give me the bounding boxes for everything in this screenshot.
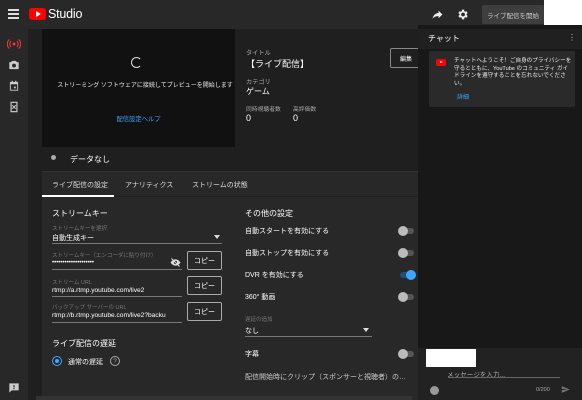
- emoji-icon[interactable]: [430, 386, 439, 395]
- underline: [52, 322, 182, 323]
- auto-start-toggle[interactable]: [398, 226, 414, 236]
- 360-video-label: 360° 動画: [245, 294, 276, 301]
- category-value: ゲーム: [246, 87, 270, 96]
- tab-stream-health[interactable]: ストリームの状態: [192, 180, 248, 190]
- gear-icon[interactable]: [456, 8, 469, 21]
- preview-message: ストリーミング ソフトウェアに接続してプレビューを開始します: [57, 83, 233, 89]
- viewers-value: 0: [246, 113, 252, 123]
- backup-url-field[interactable]: rtmp://b.rtmp.youtube.com/live2?backu: [52, 312, 182, 319]
- tab-stream-settings[interactable]: ライブ配信の設定: [52, 180, 108, 190]
- youtube-studio-logo[interactable]: Studio: [29, 7, 82, 21]
- copy-backup-url-button[interactable]: コピー: [187, 302, 222, 321]
- visibility-off-icon[interactable]: [170, 258, 181, 267]
- share-icon[interactable]: [431, 8, 444, 21]
- other-settings-title: その他の設定: [245, 209, 293, 218]
- youtube-icon: [436, 59, 446, 66]
- stream-key-field[interactable]: ••••••••••••••••••••: [52, 260, 94, 266]
- stream-key-label: ストリームキー（エンコーダに貼り付け）: [52, 253, 157, 259]
- chat-welcome-message: チャットへようこそ！ご自身のプライバシーを守るとともに、YouTube のコミュ…: [454, 58, 572, 87]
- title-label: タイトル: [246, 50, 271, 57]
- char-counter: 0/200: [536, 387, 550, 393]
- youtube-logo-icon: [29, 8, 46, 20]
- chevron-down-icon[interactable]: [363, 328, 369, 332]
- underline: [245, 336, 372, 337]
- title-value: 【ライブ配信】: [246, 59, 310, 69]
- go-live-button[interactable]: ライブ配信を開始: [482, 5, 544, 24]
- captions-toggle[interactable]: [398, 349, 414, 359]
- auto-stop-toggle[interactable]: [398, 248, 414, 258]
- delay-select[interactable]: なし: [245, 326, 259, 336]
- chevron-down-icon[interactable]: [214, 235, 220, 239]
- auto-stop-label: 自動ストップを有効にする: [245, 250, 330, 257]
- help-icon[interactable]: ?: [110, 356, 120, 366]
- live-stream-icon[interactable]: [7, 37, 21, 51]
- horizontal-scrollbar[interactable]: [36, 396, 412, 400]
- edit-button[interactable]: 編集: [390, 48, 420, 68]
- underline: [52, 269, 182, 270]
- latency-radio[interactable]: [52, 356, 62, 366]
- stream-key-select[interactable]: 自動生成キー: [52, 233, 94, 243]
- feedback-icon[interactable]: [7, 381, 21, 395]
- chat-user-avatar: [426, 349, 476, 367]
- status-dot-icon: [51, 155, 56, 160]
- category-label: カテゴリ: [246, 79, 271, 86]
- status-text: データなし: [70, 155, 110, 164]
- backup-url-label: バックアップ サーバーの URL: [52, 305, 127, 311]
- menu-icon[interactable]: [8, 9, 19, 19]
- 360-video-toggle[interactable]: [398, 292, 414, 302]
- manage-icon[interactable]: [7, 100, 21, 114]
- tab-analytics[interactable]: アナリティクス: [125, 180, 173, 190]
- camera-icon[interactable]: [7, 58, 21, 72]
- underline: [448, 377, 560, 378]
- stream-url-label: ストリーム URL: [52, 280, 92, 286]
- viewers-label: 同時視聴者数: [246, 107, 281, 113]
- chat-title: チャット: [428, 34, 460, 43]
- send-icon[interactable]: [561, 385, 570, 394]
- auto-start-label: 自動スタートを有効にする: [245, 228, 330, 235]
- dvr-toggle[interactable]: [400, 270, 416, 280]
- likes-value: 0: [293, 113, 299, 123]
- more-options-icon[interactable]: ⋮: [568, 33, 576, 42]
- underline: [52, 296, 182, 297]
- setup-help-link[interactable]: 配信設定ヘルプ: [42, 114, 235, 123]
- clip-setting-label: 配信開始時にクリップ（スポンサーと視聴者）の…: [245, 374, 405, 381]
- latency-option-label: 通常の遅延: [68, 359, 103, 366]
- calendar-icon[interactable]: [7, 79, 21, 93]
- logo-text: Studio: [48, 7, 83, 21]
- captions-label: 字幕: [245, 351, 259, 358]
- stream-key-select-label: ストリームキーを選択: [52, 226, 107, 232]
- delay-label: 遅延の追加: [245, 317, 273, 323]
- dvr-label: DVR を有効にする: [245, 272, 304, 279]
- stream-url-field[interactable]: rtmp://a.rtmp.youtube.com/live2: [52, 287, 144, 294]
- latency-title: ライブ配信の遅延: [52, 339, 116, 348]
- copy-stream-url-button[interactable]: コピー: [187, 276, 222, 295]
- learn-more-link[interactable]: 詳細: [457, 92, 469, 101]
- underline: [52, 243, 222, 244]
- loading-spinner-icon: [131, 57, 142, 68]
- likes-label: 高評価数: [293, 107, 317, 113]
- copy-stream-key-button[interactable]: コピー: [187, 251, 222, 270]
- stream-key-title: ストリームキー: [52, 209, 108, 218]
